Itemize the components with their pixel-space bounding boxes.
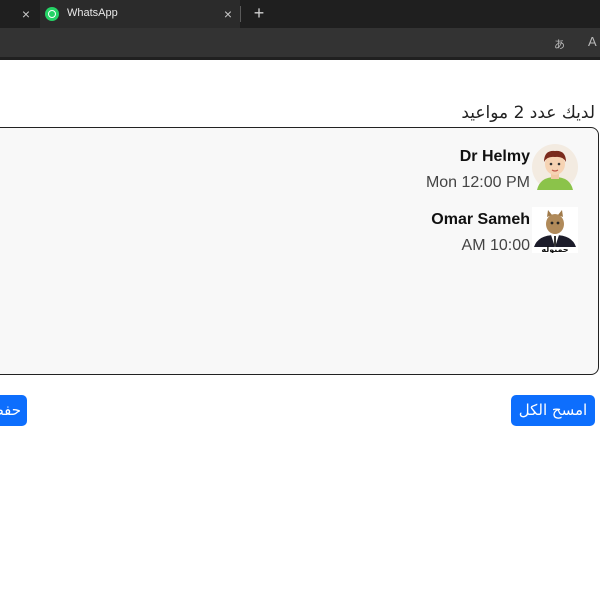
close-tab-icon[interactable]: ×	[220, 6, 236, 22]
whatsapp-icon	[45, 7, 59, 21]
tab-divider	[240, 6, 241, 22]
save-button[interactable]: حفظ	[0, 395, 27, 426]
appointment-name: Omar Sameh	[431, 211, 530, 228]
appointments-count-heading: لديك عدد 2 مواعيد	[461, 103, 595, 123]
avatar-caption: حمبوله	[541, 245, 569, 253]
cat-in-suit-avatar-icon: حمبوله	[532, 207, 578, 253]
browser-toolbar: あ A	[0, 28, 600, 60]
clear-all-button[interactable]: امسح الكل	[511, 395, 595, 426]
tab-title: WhatsApp	[67, 7, 118, 19]
translate-icon[interactable]: あ	[554, 36, 565, 52]
new-tab-button[interactable]: +	[250, 3, 268, 23]
appointment-time: AM 10:00	[461, 237, 530, 254]
appointment-name: Dr Helmy	[459, 148, 530, 165]
cartoon-man-avatar-icon	[532, 144, 578, 190]
read-aloud-icon[interactable]: A	[588, 34, 597, 49]
appointment-item: Omar Sameh AM 10:00 حمبوله	[378, 207, 578, 267]
tab-whatsapp[interactable]: WhatsApp ×	[40, 0, 240, 28]
appointment-time: Mon 12:00 PM	[425, 174, 530, 191]
appointment-item: Dr Helmy Mon 12:00 PM	[378, 144, 578, 204]
close-tab-icon[interactable]: ×	[18, 6, 34, 22]
browser-tab-bar: × WhatsApp × +	[0, 0, 600, 28]
